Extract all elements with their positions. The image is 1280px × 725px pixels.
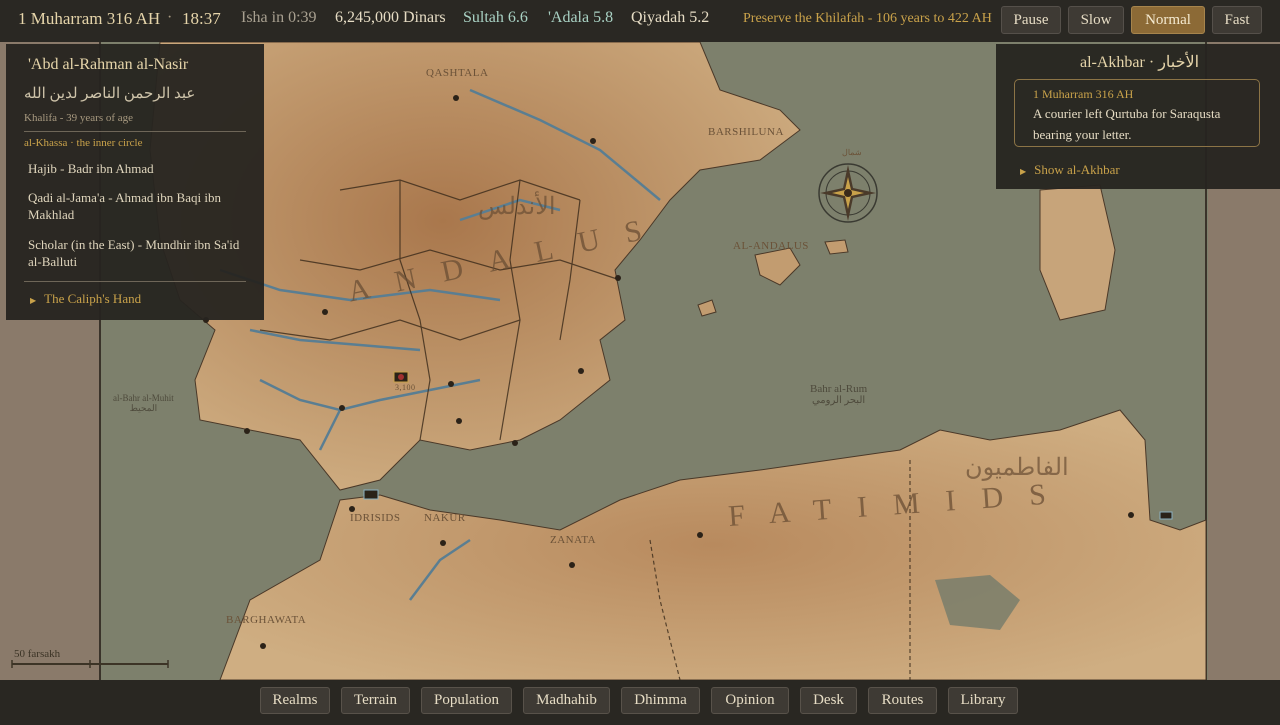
city-marker[interactable] [615,275,621,281]
city-marker[interactable] [697,532,703,538]
speed-slow-button[interactable]: Slow [1068,6,1124,34]
divider [24,131,246,132]
tab-dhimma[interactable]: Dhimma [621,687,700,714]
tab-terrain[interactable]: Terrain [341,687,410,714]
label-qashtala: QASHTALA [426,67,489,79]
tab-realms[interactable]: Realms [260,687,330,714]
label-al-andalus: AL-ANDALUS [733,240,809,252]
army-count-label: 3,100 [395,383,416,392]
tab-opinion[interactable]: Opinion [711,687,789,714]
city-marker[interactable] [322,309,328,315]
show-news-label: Show al-Akhbar [1034,162,1120,177]
fleet-marker-icon[interactable] [1159,511,1173,520]
ruler-subtitle: Khalifa - 39 years of age [24,112,134,124]
compass-label: شمال [842,148,862,157]
caliphs-hand-toggle[interactable]: ▶ The Caliph's Hand [30,291,141,307]
label-nakur: NAKUR [424,512,466,524]
label-barshiluna: BARSHILUNA [708,126,784,138]
tab-routes[interactable]: Routes [868,687,937,714]
city-marker[interactable] [448,381,454,387]
speed-fast-button[interactable]: Fast [1212,6,1262,34]
city-marker[interactable] [512,440,518,446]
city-marker[interactable] [578,368,584,374]
city-marker[interactable] [440,540,446,546]
city-marker[interactable] [569,562,575,568]
label-barghawata: BARGHAWATA [226,614,307,626]
tab-desk[interactable]: Desk [800,687,857,714]
treasury[interactable]: 6,245,000 Dinars [335,9,446,27]
caliphs-hand-label: The Caliph's Hand [44,291,142,306]
ruler-name[interactable]: 'Abd al-Rahman al-Nasir [28,56,188,74]
realm-label-andalus-arabic: الأندلس [478,194,556,220]
realm-label-fatimids-arabic: الفاطميون [965,455,1069,481]
expand-triangle-icon: ▶ [1020,166,1027,176]
inner-circle-member[interactable]: Hajib - Badr ibn Ahmad [28,160,243,177]
army-marker-icon[interactable] [393,371,409,383]
stat-sultah[interactable]: Sultah 6.6 [463,9,528,27]
inner-circle-member[interactable]: Scholar (in the East) - Mundhir ibn Sa'i… [28,236,243,270]
top-status-bar: 1 Muharram 316 AH · 18:37 Isha in 0:39 6… [0,0,1280,42]
speed-pause-button[interactable]: Pause [1001,6,1061,34]
inner-circle-heading: al-Khassa · the inner circle [24,137,143,149]
city-marker[interactable] [456,418,462,424]
news-panel: al-Akhbar · الأخبار 1 Muharram 316 AH A … [996,44,1280,189]
stat-adala[interactable]: 'Adala 5.8 [548,9,613,27]
tab-library[interactable]: Library [948,687,1018,714]
ruler-panel: 'Abd al-Rahman al-Nasir عبد الرحمن الناص… [6,44,264,320]
expand-triangle-icon: ▶ [30,295,37,305]
scale-label: 50 farsakh [14,648,61,660]
ruler-name-arabic: عبد الرحمن الناصر لدين الله [24,86,196,102]
city-marker[interactable] [1128,512,1134,518]
news-entry-card[interactable]: 1 Muharram 316 AH A courier left Qurtuba… [1014,79,1260,147]
compass-rose-icon [818,163,878,223]
stat-qiyadah[interactable]: Qiyadah 5.2 [631,9,709,27]
news-entry-text: A courier left Qurtuba for Saraqusta bea… [1033,106,1221,142]
separator-dot: · [167,9,173,26]
news-title: al-Akhbar · الأخبار [1080,54,1200,71]
prayer-countdown: Isha in 0:39 [241,9,317,26]
label-zanata: ZANATA [550,534,597,546]
city-marker[interactable] [453,95,459,101]
city-marker[interactable] [590,138,596,144]
tab-population[interactable]: Population [421,687,512,714]
fleet-marker-icon[interactable] [363,489,379,500]
city-marker[interactable] [260,643,266,649]
game-time: 18:37 [182,9,221,28]
city-marker[interactable] [339,405,345,411]
bottom-tab-bar: Realms Terrain Population Madhahib Dhimm… [0,680,1280,720]
tab-madhahib[interactable]: Madhahib [523,687,610,714]
sea-label-bahr-rum: Bahr al-Rum البحر الرومي [810,383,868,406]
game-date: 1 Muharram 316 AH [18,9,161,28]
label-idrisids: IDRISIDS [350,512,401,524]
city-marker[interactable] [244,428,250,434]
show-news-toggle[interactable]: ▶ Show al-Akhbar [1020,162,1120,178]
objective-text[interactable]: Preserve the Khilafah - 106 years to 422… [743,11,992,27]
news-entry-date: 1 Muharram 316 AH [1033,87,1134,101]
inner-circle-member[interactable]: Qadi al-Jama'a - Ahmad ibn Baqi ibn Makh… [28,189,243,223]
divider [24,281,246,282]
sea-label-bahr-muhit: al-Bahr al-Muhit المحيط [113,393,174,413]
speed-normal-button[interactable]: Normal [1131,6,1205,34]
